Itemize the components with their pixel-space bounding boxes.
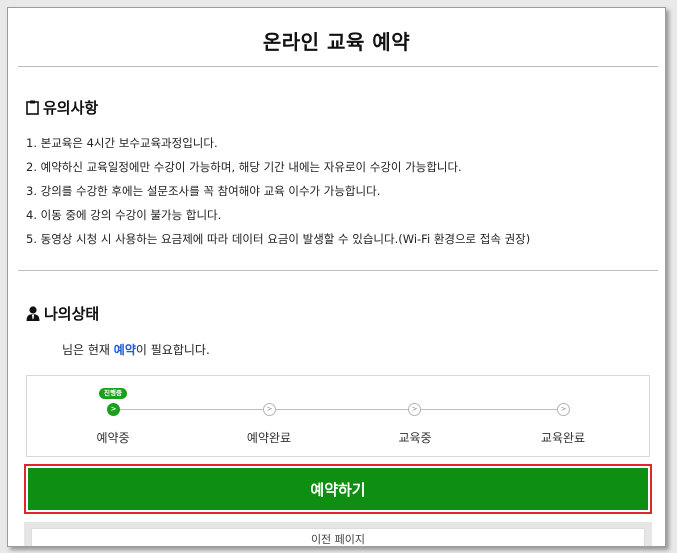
user-icon: [26, 306, 40, 321]
step-2-dot-icon: >: [263, 403, 276, 416]
clipboard-icon: [26, 100, 39, 115]
page-title: 온라인 교육 예약: [262, 30, 411, 54]
step-4-dot-icon: >: [557, 403, 570, 416]
step-label-reserved: 예약완료: [246, 431, 292, 445]
notice-item: 1. 본교육은 4시간 보수교육과정입니다.: [26, 136, 218, 150]
section-divider: [18, 270, 658, 271]
step-label-reserving: 예약중: [96, 431, 130, 445]
step-1-dot-icon: >: [107, 403, 120, 416]
step-label-completed: 교육완료: [540, 431, 586, 445]
prev-page-area: 이전 페이지: [24, 522, 652, 546]
notice-heading: 유의사항: [26, 97, 98, 118]
reserve-button[interactable]: 예약하기: [28, 468, 648, 510]
reserve-button-highlight: 예약하기: [24, 464, 652, 514]
notice-item: 2. 예약하신 교육일정에만 수강이 가능하며, 해당 기간 내에는 자유로이 …: [26, 160, 462, 174]
notice-item: 3. 강의를 수강한 후에는 설문조사를 꼭 참여해야 교육 이수가 가능합니다…: [26, 184, 381, 198]
step-label-in-training: 교육중: [398, 431, 432, 445]
step-3-dot-icon: >: [408, 403, 421, 416]
prev-page-button[interactable]: 이전 페이지: [31, 528, 645, 546]
status-suffix: 이 필요합니다.: [135, 343, 210, 357]
notice-list: 1. 본교육은 4시간 보수교육과정입니다. 2. 예약하신 교육일정에만 수강…: [26, 134, 530, 254]
app-window: 온라인 교육 예약 유의사항 1. 본교육은 4시간 보수교육과정입니다. 2.…: [7, 7, 666, 547]
title-divider: [18, 66, 658, 67]
progress-track: [113, 409, 563, 410]
status-accent: 예약: [113, 343, 136, 357]
status-heading: 나의상태: [26, 303, 99, 324]
status-prefix: 님은 현재: [62, 343, 114, 357]
status-heading-label: 나의상태: [44, 305, 100, 323]
status-message: 님은 현재 예약이 필요합니다.: [62, 341, 210, 358]
notice-heading-label: 유의사항: [43, 99, 99, 117]
notice-item: 4. 이동 중에 강의 수강이 불가능 합니다.: [26, 208, 222, 222]
current-step-badge: 진행중: [99, 388, 127, 399]
progress-steps: 진행중 > > > > 예약중 예약완료 교육중 교육완료: [26, 375, 650, 457]
notice-item: 5. 동영상 시청 시 사용하는 요금제에 따라 데이터 요금이 발생할 수 있…: [26, 232, 531, 246]
